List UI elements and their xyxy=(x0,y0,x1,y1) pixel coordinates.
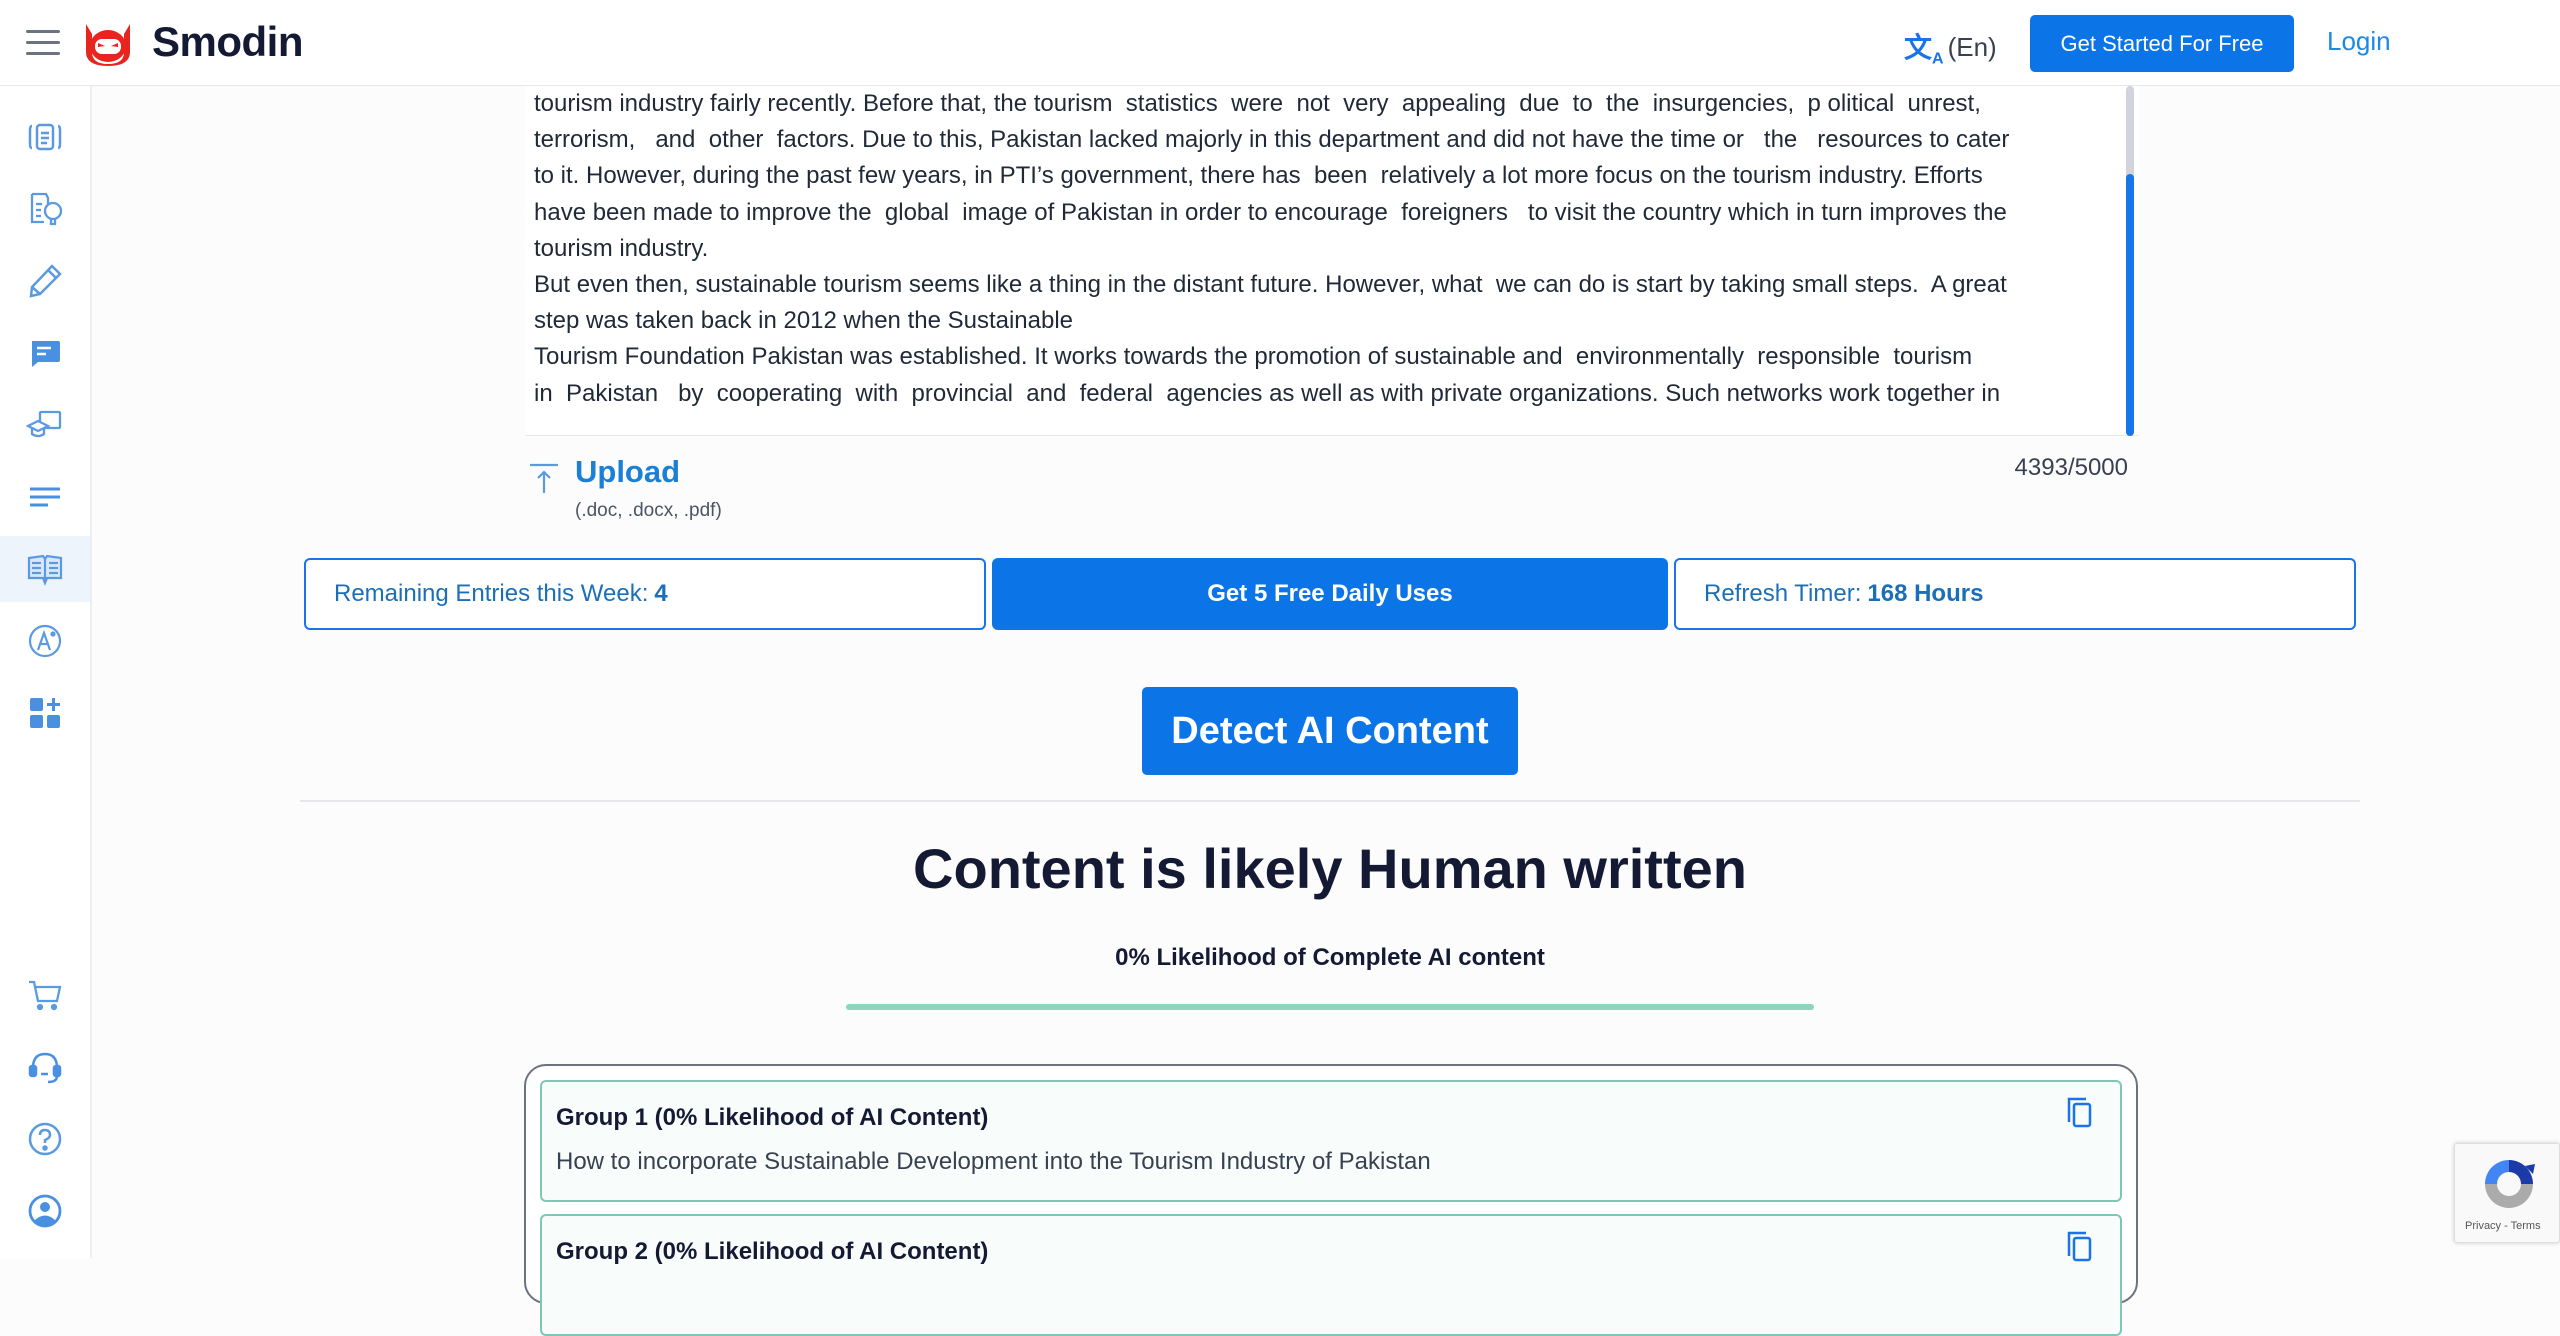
group-card: Group 1 (0% Likelihood of AI Content) Ho… xyxy=(540,1080,2122,1202)
sidebar-item-ai-detector[interactable] xyxy=(0,104,90,170)
text-input-area[interactable]: tourism industry fairly recently. Before… xyxy=(526,86,2138,436)
refresh-timer-box: Refresh Timer: 168 Hours xyxy=(1674,558,2356,630)
recaptcha-icon xyxy=(2485,1160,2535,1208)
open-book-icon xyxy=(27,554,63,586)
group-text: How to incorporate Sustainable Developme… xyxy=(556,1148,1431,1175)
upload-file-types: (.doc, .docx, .pdf) xyxy=(575,500,722,521)
editor-line: tourism industry. xyxy=(534,234,709,262)
translate-icon: 文A xyxy=(1904,32,1944,68)
brand-name[interactable]: Smodin xyxy=(152,18,304,66)
help-icon xyxy=(28,1122,62,1156)
sidebar-item-support[interactable] xyxy=(0,1034,90,1100)
chat-bubble-icon xyxy=(32,341,60,367)
sidebar-item-summarizer[interactable] xyxy=(0,176,90,242)
editor-line: Tourism Foundation Pakistan was establis… xyxy=(534,343,1973,371)
group-title: Group 1 (0% Likelihood of AI Content) xyxy=(556,1104,989,1131)
top-header: Smodin 文A (En) Get Started For Free Logi… xyxy=(0,0,2560,86)
input-text[interactable]: tourism industry fairly recently. Before… xyxy=(534,86,2124,412)
sidebar-item-more-apps[interactable] xyxy=(0,680,90,746)
remaining-entries-box: Remaining Entries this Week: 4 xyxy=(304,558,986,630)
refresh-timer-value: 168 Hours xyxy=(1867,580,1984,607)
sidebar-item-help[interactable] xyxy=(0,1106,90,1172)
language-label: (En) xyxy=(1947,31,1997,62)
editor-line: have been made to improve the global ima… xyxy=(534,198,2007,226)
document-scan-icon xyxy=(28,123,62,151)
remaining-entries-value: 4 xyxy=(654,580,668,607)
upload-button[interactable]: Upload xyxy=(575,454,680,490)
get-started-button[interactable]: Get Started For Free xyxy=(2030,15,2294,72)
groups-container: Group 1 (0% Likelihood of AI Content) Ho… xyxy=(524,1064,2138,1336)
sidebar-item-chat[interactable] xyxy=(0,320,90,386)
document-idea-icon xyxy=(30,192,63,226)
graduation-cap-icon xyxy=(26,410,62,438)
recaptcha-badge[interactable]: Privacy - Terms xyxy=(2454,1143,2560,1243)
group-card: Group 2 (0% Likelihood of AI Content) xyxy=(540,1214,2122,1336)
smodin-logo-icon xyxy=(86,24,130,66)
upload-icon[interactable] xyxy=(530,462,558,494)
detect-ai-content-button[interactable]: Detect AI Content xyxy=(1142,687,1518,775)
section-divider xyxy=(300,800,2360,802)
text-lines-icon xyxy=(30,487,60,507)
sidebar-item-homework[interactable] xyxy=(0,392,90,458)
headset-icon xyxy=(28,1052,62,1084)
recaptcha-privacy-terms[interactable]: Privacy - Terms xyxy=(2465,1220,2541,1232)
get-free-daily-uses-button[interactable]: Get 5 Free Daily Uses xyxy=(992,558,1668,630)
menu-icon[interactable] xyxy=(26,30,60,56)
pencil-icon xyxy=(29,264,62,298)
refresh-timer-label: Refresh Timer: xyxy=(1704,580,1862,607)
sidebar xyxy=(0,86,92,1258)
editor-line: in Pakistan by cooperating with provinci… xyxy=(534,379,2001,407)
sidebar-item-rewriter[interactable] xyxy=(0,248,90,314)
editor-line: tourism industry fairly recently. Before… xyxy=(534,90,1981,117)
likelihood-bar-fill xyxy=(846,1004,1814,1010)
editor-line: But even then, sustainable tourism seems… xyxy=(534,271,2007,299)
sidebar-item-grader[interactable] xyxy=(0,608,90,674)
group-title: Group 2 (0% Likelihood of AI Content) xyxy=(556,1238,989,1265)
result-subtitle: 0% Likelihood of Complete AI content xyxy=(1115,944,1545,971)
language-selector[interactable]: 文A (En) xyxy=(1904,26,1997,69)
cart-icon xyxy=(29,980,62,1011)
sidebar-item-account[interactable] xyxy=(0,1178,90,1244)
character-count: 4393/5000 xyxy=(2014,454,2128,481)
sidebar-item-plagiarism[interactable] xyxy=(0,536,90,602)
result-title: Content is likely Human written xyxy=(913,837,1747,900)
editor-line: step was taken back in 2012 when the Sus… xyxy=(534,307,1074,335)
editor-line: terrorism, and other factors. Due to thi… xyxy=(534,126,2010,154)
login-link[interactable]: Login xyxy=(2327,26,2391,57)
copy-icon[interactable] xyxy=(2066,1230,2094,1262)
copy-icon[interactable] xyxy=(2066,1096,2094,1128)
sidebar-item-writer[interactable] xyxy=(0,464,90,530)
remaining-entries-label: Remaining Entries this Week: xyxy=(334,580,649,607)
apps-plus-icon xyxy=(30,698,60,728)
editor-scrollbar-thumb[interactable] xyxy=(2126,174,2134,436)
grammar-a-icon xyxy=(28,624,62,658)
editor-line: to it. However, during the past few year… xyxy=(534,162,1983,190)
account-icon xyxy=(28,1194,62,1228)
